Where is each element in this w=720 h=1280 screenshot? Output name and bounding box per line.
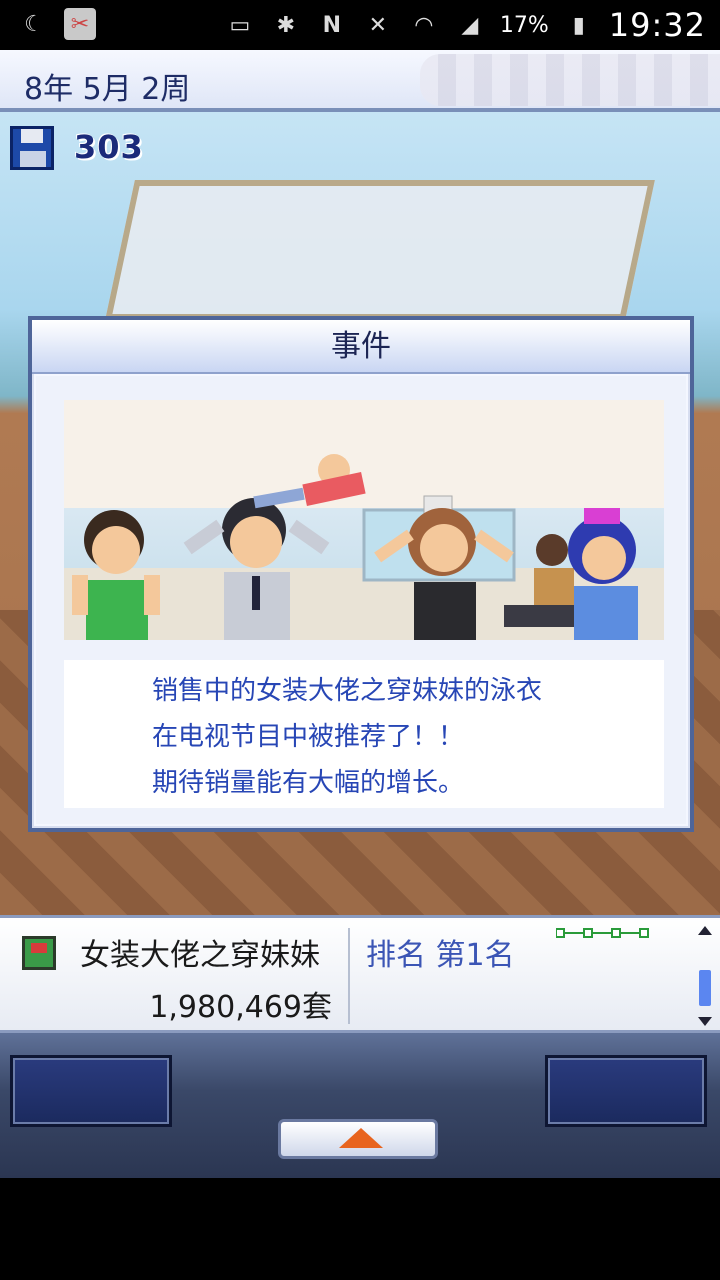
clipboard-icon: ✂ bbox=[64, 8, 96, 40]
clock: 19:32 bbox=[608, 6, 706, 44]
dialog-title: 事件 bbox=[32, 320, 690, 374]
right-menu-button[interactable] bbox=[545, 1055, 707, 1127]
game-title-icon bbox=[22, 936, 56, 970]
bluetooth-icon: ✱ bbox=[276, 12, 296, 38]
scroll-down-icon[interactable] bbox=[698, 1017, 712, 1026]
game-title: 女装大佬之穿妹妹 bbox=[80, 938, 320, 973]
dialog-body: 销售中的女装大佬之穿妹妹的泳衣 在电视节目中被推荐了！！ 期待销量能有大幅的增长… bbox=[36, 376, 686, 824]
status-bar: ☾ ✂ ▭ ✱ N ✕ ◠ ◢ 17% ▮ 19:32 bbox=[0, 0, 720, 50]
wifi-icon: ◠ bbox=[414, 12, 434, 38]
arrow-up-icon bbox=[339, 1128, 383, 1148]
money-counter: 303 bbox=[74, 128, 144, 166]
save-icon[interactable] bbox=[10, 126, 54, 170]
navigation-area bbox=[0, 1178, 720, 1280]
message-line: 在电视节目中被推荐了！！ bbox=[152, 722, 465, 752]
moon-icon: ☾ bbox=[24, 11, 44, 37]
mute-icon: ✕ bbox=[368, 12, 388, 38]
game-view[interactable]: 8年 5月 2周 303 事件 销售中的女装大佬之穿妹妹的泳衣 在电视节目中被推… bbox=[0, 50, 720, 915]
scroll-thumb[interactable] bbox=[699, 970, 711, 1006]
game-date: 8年 5月 2周 bbox=[24, 72, 191, 107]
blurred-area bbox=[420, 54, 720, 106]
battery-icon: ▮ bbox=[572, 12, 585, 38]
nfc-icon: N bbox=[322, 12, 342, 38]
event-dialog[interactable]: 事件 销售中的女装大佬之穿妹妹的泳衣 在电视节目中被推荐了！！ 期待销量能有大幅… bbox=[28, 316, 694, 832]
signal-icon: ◢ bbox=[461, 12, 479, 38]
scroll-up-icon[interactable] bbox=[698, 926, 712, 935]
celebration-scene-image bbox=[64, 400, 664, 640]
divider bbox=[348, 928, 350, 1024]
office-building bbox=[105, 180, 655, 320]
cast-icon: ▭ bbox=[229, 12, 251, 38]
bottom-controls bbox=[0, 1033, 720, 1178]
event-message: 销售中的女装大佬之穿妹妹的泳衣 在电视节目中被推荐了！！ 期待销量能有大幅的增长… bbox=[64, 660, 664, 808]
sales-trend-icon bbox=[556, 928, 649, 938]
game-sales: 1,980,469套 bbox=[149, 990, 332, 1025]
game-rank: 排名 第1名 bbox=[366, 938, 515, 973]
message-line: 期待销量能有大幅的增长。 bbox=[152, 768, 465, 798]
left-menu-button[interactable] bbox=[10, 1055, 172, 1127]
info-scrollbar[interactable] bbox=[696, 926, 714, 1026]
message-line: 销售中的女装大佬之穿妹妹的泳衣 bbox=[152, 676, 543, 706]
date-bar: 8年 5月 2周 bbox=[0, 50, 720, 112]
expand-menu-button[interactable] bbox=[278, 1119, 438, 1159]
game-info-bar[interactable]: 女装大佬之穿妹妹 1,980,469套 排名 第1名 bbox=[0, 915, 720, 1033]
battery-percent: 17% bbox=[499, 12, 549, 38]
